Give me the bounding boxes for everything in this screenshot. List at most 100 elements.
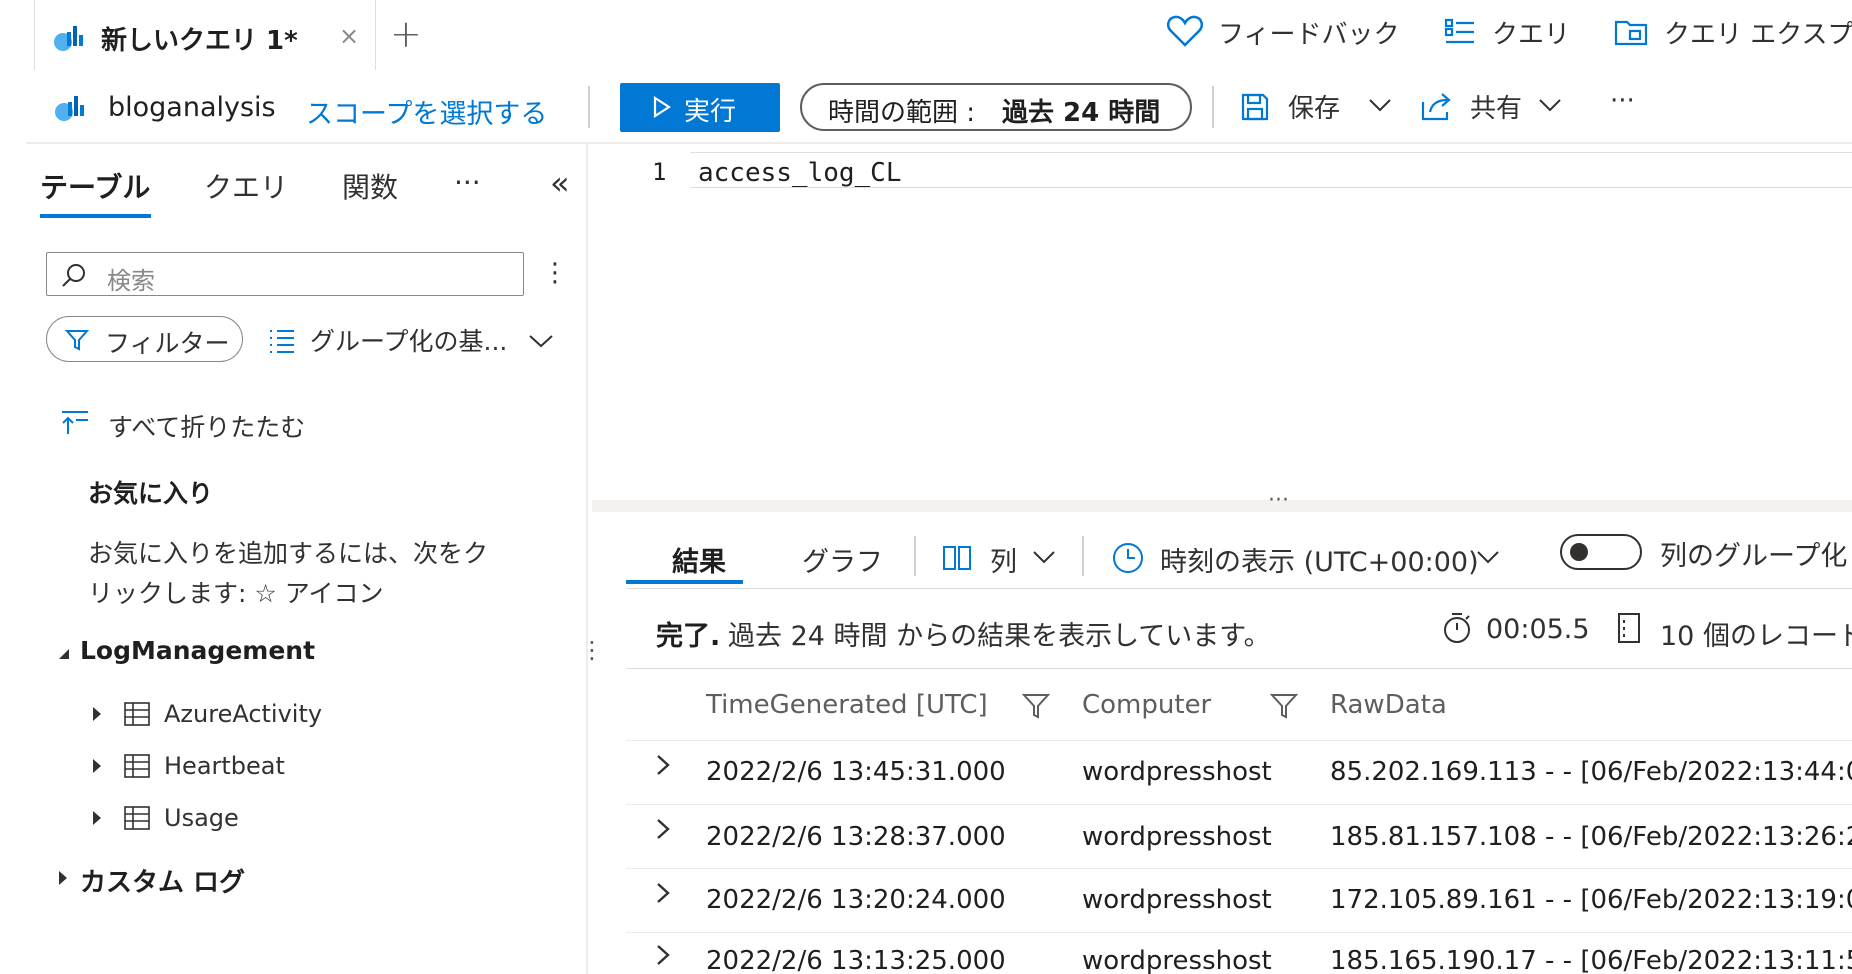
collapse-all-label: すべて折りたたむ [108,413,306,442]
time-range-button[interactable]: 時間の範囲 : 過去 24 時間 [800,83,1192,131]
results-toolbar-divider [1082,536,1084,576]
column-header-timegenerated[interactable]: TimeGenerated [UTC] [706,690,988,720]
save-icon [1240,92,1270,122]
group-list-icon [268,328,296,354]
results-tabs-border [626,588,1852,589]
feedback-label: フィードバック [1218,20,1400,50]
search-placeholder: 検索 [107,267,155,295]
chevron-down-icon [1368,98,1392,112]
favorites-hint-line1: お気に入りを追加するには、次をク [88,539,489,568]
columns-label: 列 [990,547,1017,578]
toolbar-divider [1212,86,1214,128]
workspace-name: bloganalysis [108,92,276,123]
query-editor[interactable] [592,190,1852,500]
cell-time: 2022/2/6 13:28:37.000 [706,822,1006,852]
heart-icon [1166,14,1204,48]
filter-icon[interactable] [1270,692,1298,720]
query-tab-bar: 新しいクエリ 1* × + フィードバック クエリ クエリ エクスプ... [0,0,1852,70]
cell-time: 2022/2/6 13:20:24.000 [706,885,1006,915]
toolbar-divider [588,86,590,128]
caret-right-icon [58,870,68,886]
cell-rawdata: 185.81.157.108 - - [06/Feb/2022:13:26:23 [1330,822,1852,852]
queries-label: クエリ [1492,20,1571,50]
table-row[interactable]: 2022/2/6 13:20:24.000 wordpresshost 172.… [626,870,1852,932]
chevron-down-icon [528,334,554,348]
run-label: 実行 [684,97,737,127]
cell-computer: wordpresshost [1082,822,1272,852]
select-scope-link[interactable]: スコープを選択する [306,92,547,131]
filter-icon[interactable] [1022,692,1050,720]
table-row[interactable]: 2022/2/6 13:45:31.000 wordpresshost 85.2… [626,742,1852,804]
tab-results[interactable]: 結果 [672,540,726,579]
collapse-panel-button[interactable]: « [550,164,570,202]
share-label: 共有 [1470,94,1523,124]
group-columns-toggle[interactable] [1560,534,1642,570]
filter-button[interactable]: フィルター [46,316,243,362]
more-options-button[interactable]: ··· [1610,86,1635,116]
close-icon[interactable]: × [339,22,359,50]
tab-queries[interactable]: クエリ [204,166,288,206]
table-icon [124,754,150,778]
query-tab-active[interactable]: 新しいクエリ 1* × [34,0,376,70]
status-done: 完了. [656,621,721,652]
left-panel-border [586,144,588,974]
tabs-more-button[interactable]: ··· [454,166,481,199]
active-tab-indicator [40,214,151,218]
toolbar-bottom-border [26,142,1852,144]
panel-resize-handle[interactable]: ⋮ [580,636,604,664]
records-count: 10 個のレコード [1660,621,1852,652]
records-icon [1616,612,1642,644]
favorites-heading: お気に入り [88,479,214,508]
query-explorer-label: クエリ エクスプ... [1664,20,1852,50]
expand-row-icon[interactable] [656,944,670,966]
cell-computer: wordpresshost [1082,757,1272,787]
run-button[interactable]: 実行 [620,83,780,132]
status-bar-border [626,668,1852,669]
tab-tables[interactable]: テーブル [40,166,150,206]
table-row[interactable]: 2022/2/6 13:13:25.000 wordpresshost 185.… [626,934,1852,974]
query-editor-code[interactable]: access_log_CL [698,158,902,188]
group-label: カスタム ログ [80,868,246,898]
row-divider [626,804,1852,805]
caret-right-icon [92,706,102,722]
splitter-handle[interactable]: ··· [1268,488,1289,513]
favorites-hint-line2: リックします: ☆ アイコン [88,579,384,608]
clock-icon [1112,542,1144,574]
cell-rawdata: 172.105.89.161 - - [06/Feb/2022:13:19:07 [1330,885,1852,915]
column-header-computer[interactable]: Computer [1082,690,1211,720]
workspace-icon [54,92,88,122]
caret-down-icon [56,648,70,660]
table-row[interactable]: 2022/2/6 13:28:37.000 wordpresshost 185.… [626,806,1852,868]
tab-title: 新しいクエリ 1* [101,26,298,56]
expand-row-icon[interactable] [656,754,670,776]
caret-right-icon [92,810,102,826]
tab-chart[interactable]: グラフ [802,540,883,579]
chevron-down-icon [1032,550,1056,564]
time-display-label: 時刻の表示 (UTC+00:00) [1160,547,1479,578]
expand-row-icon[interactable] [656,882,670,904]
folder-icon [1614,16,1650,48]
search-input[interactable]: 検索 [46,252,524,296]
line-number: 1 [652,158,667,186]
filter-label: フィルター [105,329,230,358]
search-more-button[interactable]: ⋮ [542,258,568,288]
row-divider [626,932,1852,933]
table-label: Usage [164,804,239,832]
add-tab-button[interactable]: + [390,12,422,56]
query-duration: 00:05.5 [1486,614,1590,645]
row-divider [626,868,1852,869]
list-icon [1444,18,1476,46]
play-icon [652,96,672,118]
status-text: 過去 24 時間 からの結果を表示しています。 [728,621,1271,652]
group-by-dropdown[interactable]: グループ化の基... [268,322,558,362]
search-icon [61,262,87,288]
columns-icon [942,544,972,572]
expand-row-icon[interactable] [656,818,670,840]
group-columns-label: 列のグループ化 [1660,541,1848,572]
column-header-rawdata[interactable]: RawData [1330,690,1447,720]
editor-results-splitter[interactable] [592,500,1852,512]
tab-functions[interactable]: 関数 [342,166,398,206]
chevron-down-icon [1476,550,1500,564]
table-icon [124,702,150,726]
table-label: AzureActivity [164,700,323,728]
